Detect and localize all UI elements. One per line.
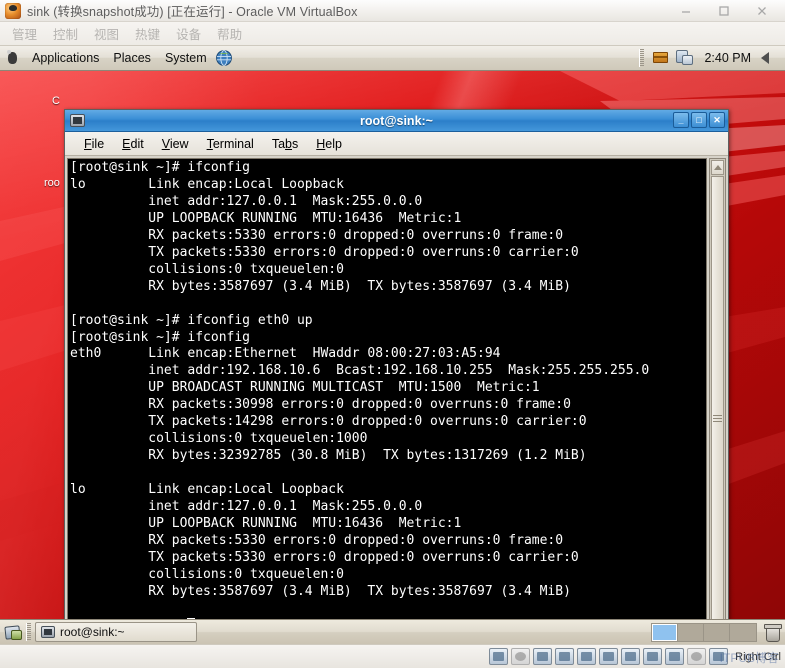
speaker-icon[interactable] — [757, 48, 779, 68]
scroll-up-icon[interactable] — [711, 160, 724, 175]
terminal-menu-file[interactable]: File — [75, 135, 113, 153]
terminal-menu-view[interactable]: View — [153, 135, 198, 153]
keyboard-icon[interactable] — [709, 648, 729, 665]
harddisk-icon[interactable] — [489, 648, 509, 665]
cpu-icon[interactable] — [665, 648, 685, 665]
terminal-maximize-button[interactable]: □ — [691, 112, 707, 128]
scrollbar-grip — [713, 415, 722, 422]
terminal-titlebar[interactable]: root@sink:~ _ □ ✕ — [65, 110, 728, 132]
remotedesktop-icon[interactable] — [643, 648, 663, 665]
minimize-icon[interactable] — [667, 0, 705, 22]
terminal-output: [root@sink ~]# ifconfig lo Link encap:Lo… — [70, 160, 706, 635]
panel-separator-bottom — [26, 623, 31, 641]
scrollbar-thumb[interactable] — [711, 176, 724, 644]
maximize-icon[interactable] — [705, 0, 743, 22]
terminal-minimize-button[interactable]: _ — [673, 112, 689, 128]
close-icon[interactable] — [743, 0, 781, 22]
terminal-close-button[interactable]: ✕ — [709, 112, 725, 128]
terminal-screen[interactable]: [root@sink ~]# ifconfig lo Link encap:Lo… — [67, 158, 707, 644]
terminal-menu-terminal[interactable]: Terminal — [198, 135, 263, 153]
menu-places[interactable]: Places — [106, 49, 158, 67]
floppy-icon[interactable] — [533, 648, 553, 665]
desktop-icon-label-home[interactable]: roo — [44, 177, 60, 189]
desktop-icon-label-computer[interactable]: C — [52, 95, 60, 107]
workspace-4[interactable] — [730, 623, 756, 641]
sharedfolder-icon[interactable] — [599, 648, 619, 665]
virtualbox-window-controls — [667, 0, 781, 22]
menu-applications[interactable]: Applications — [25, 49, 106, 67]
cd-icon[interactable] — [511, 648, 531, 665]
mouse-icon[interactable] — [687, 648, 707, 665]
network-icon[interactable] — [555, 648, 575, 665]
terminal-window: root@sink:~ _ □ ✕ File Edit View Termina… — [64, 109, 729, 644]
virtualbox-titlebar: sink (转换snapshot成功) [正在运行] - Oracle VM V… — [0, 0, 785, 22]
vbox-menu-devices[interactable]: 设备 — [168, 22, 209, 45]
terminal-menubar: File Edit View Terminal Tabs Help — [65, 132, 728, 156]
top-panel-tray: 2:40 PM — [639, 48, 785, 68]
web-browser-icon[interactable] — [214, 48, 236, 68]
virtualbox-icon — [5, 2, 21, 19]
taskbar-item-terminal[interactable]: root@sink:~ — [35, 622, 197, 642]
terminal-menu-edit[interactable]: Edit — [113, 135, 153, 153]
vbox-menu-help[interactable]: 帮助 — [209, 22, 250, 45]
panel-separator — [639, 49, 645, 67]
panel-clock[interactable]: 2:40 PM — [698, 51, 757, 65]
vbox-menu-manage[interactable]: 管理 — [4, 22, 45, 45]
scrollbar-trough[interactable] — [711, 176, 724, 644]
workspace-1[interactable] — [652, 623, 678, 641]
desktop-wallpaper: C roo root@sink:~ _ □ ✕ File Edit View T… — [0, 71, 785, 644]
terminal-body: [root@sink ~]# ifconfig lo Link encap:Lo… — [65, 156, 728, 644]
taskbar-item-label: root@sink:~ — [60, 625, 125, 639]
vbox-menu-control[interactable]: 控制 — [45, 22, 86, 45]
trash-icon[interactable] — [762, 622, 782, 642]
terminal-icon — [41, 626, 55, 638]
bottom-panel-right — [651, 622, 782, 642]
virtualbox-menubar: 管理 控制 视图 热键 设备 帮助 — [0, 22, 785, 46]
host-key-label: Right Ctrl — [735, 650, 781, 663]
show-desktop-icon[interactable] — [3, 622, 23, 642]
workspace-3[interactable] — [704, 623, 730, 641]
gnome-foot-icon[interactable] — [4, 49, 22, 67]
vbox-menu-hotkey[interactable]: 热键 — [127, 22, 168, 45]
package-updater-icon[interactable] — [650, 48, 672, 68]
terminal-menu-tabs[interactable]: Tabs — [263, 135, 307, 153]
menu-system[interactable]: System — [158, 49, 214, 67]
gnome-top-panel: Applications Places System 2:40 PM — [0, 46, 785, 71]
usb-icon[interactable] — [577, 648, 597, 665]
virtualbox-window: sink (转换snapshot成功) [正在运行] - Oracle VM V… — [0, 0, 785, 668]
network-printer-icon[interactable] — [674, 48, 696, 68]
virtualbox-title: sink (转换snapshot成功) [正在运行] - Oracle VM V… — [27, 5, 358, 19]
terminal-icon — [70, 114, 85, 127]
virtualbox-statusbar: Right Ctrl ITPUB博客 — [0, 644, 785, 668]
workspace-switcher[interactable] — [651, 622, 757, 642]
gnome-bottom-panel: root@sink:~ — [0, 619, 785, 644]
terminal-title: root@sink:~ — [360, 113, 433, 128]
workspace-2[interactable] — [678, 623, 704, 641]
terminal-window-controls: _ □ ✕ — [673, 112, 725, 128]
vbox-menu-view[interactable]: 视图 — [86, 22, 127, 45]
terminal-scrollbar[interactable] — [709, 158, 726, 644]
terminal-menu-help[interactable]: Help — [307, 135, 351, 153]
display-icon[interactable] — [621, 648, 641, 665]
guest-screen: Applications Places System 2:40 PM C roo… — [0, 46, 785, 644]
